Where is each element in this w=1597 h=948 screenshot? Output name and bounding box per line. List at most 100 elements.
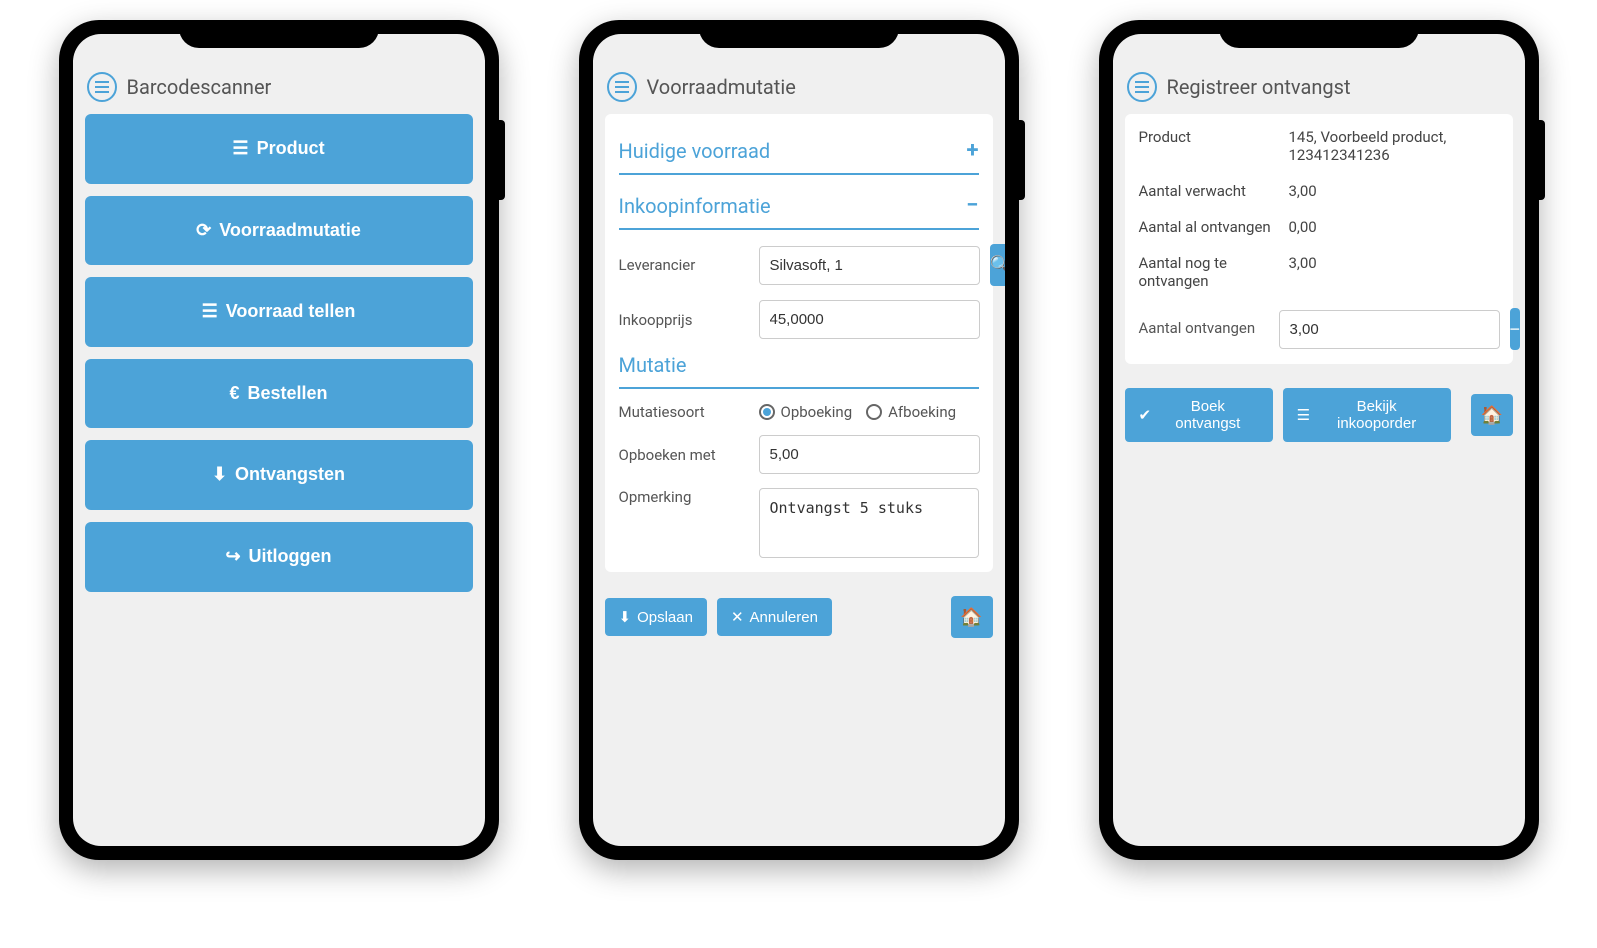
bekijk-inkooporder-button[interactable]: ☰Bekijk inkooporder [1283,388,1452,442]
list-icon: ☰ [1297,406,1310,424]
footer-actions-2: ⬇ Opslaan ✕ Annuleren 🏠 [605,596,993,638]
label-opmerking: Opmerking [619,488,749,506]
radio-afboeking[interactable]: Afboeking [866,403,956,421]
stack-icon: ☰ [202,301,218,323]
boek-ontvangst-button[interactable]: ✔ Boek ontvangst [1125,388,1273,442]
menu-list: ☰ Product ⟳ Voorraadmutatie ☰ Voorraad tell… [73,114,485,846]
btn-label: Opslaan [637,609,693,626]
row-opmerking: Opmerking Ontvangst 5 stuks [619,488,979,558]
phone-frame-3: Registreer ontvangst Product 145, Voorbe… [1099,20,1539,860]
save-icon: ⬇ [619,608,632,626]
close-icon: ✕ [731,608,744,626]
radio-label: Afboeking [888,403,956,421]
minus-icon[interactable]: − [966,193,978,218]
list-icon: ☰ [232,138,248,160]
phone-frame-1: Barcodescanner ☰ Product ⟳ Voorraadmutatie… [59,20,499,860]
value-verwacht: 3,00 [1289,182,1499,200]
phone-frame-2: Voorraadmutatie Huidige voorraad + Inkoo… [579,20,1019,860]
menu-label: Voorraadmutatie [219,220,361,242]
search-icon: 🔍 [990,255,1005,276]
input-leverancier[interactable] [759,246,980,285]
row-product: Product 145, Voorbeeld product, 12341234… [1139,128,1499,164]
menu-bestellen-button[interactable]: € Bestellen [85,359,473,429]
menu-voorraad-tellen-button[interactable]: ☰ Voorraad tellen [85,277,473,347]
label-opboeken: Opboeken met [619,446,749,464]
section-title: Inkoopinformatie [619,194,771,218]
menu-ontvangsten-button[interactable]: ⬇ Ontvangsten [85,440,473,510]
label-verwacht: Aantal verwacht [1139,182,1289,200]
radio-label: Opboeking [781,403,853,421]
row-mutatiesoort: Mutatiesoort Opboeking Afboeking [619,403,979,421]
radio-group-mutatiesoort: Opboeking Afboeking [759,403,957,421]
label-product: Product [1139,128,1289,164]
menu-label: Product [257,138,325,160]
row-inkoopprijs: Inkoopprijs [619,300,979,339]
section-huidige-voorraad[interactable]: Huidige voorraad + [619,128,979,175]
input-ontvangen[interactable] [1279,310,1500,349]
row-ontvangen: Aantal ontvangen − + [1139,308,1499,350]
content-3: Product 145, Voorbeeld product, 12341234… [1113,114,1525,846]
btn-label: Annuleren [750,609,818,626]
section-mutatie: Mutatie [619,339,979,389]
value-al-ontvangen: 0,00 [1289,218,1499,236]
screen-3: Registreer ontvangst Product 145, Voorbe… [1113,34,1525,846]
footer-actions-3: ✔ Boek ontvangst ☰Bekijk inkooporder 🏠 [1125,388,1513,442]
menu-label: Uitloggen [249,546,332,568]
form-card: Huidige voorraad + Inkoopinformatie − Le… [605,114,993,572]
radio-icon [866,404,882,420]
menu-icon[interactable] [1127,72,1157,102]
menu-product-button[interactable]: ☰ Product [85,114,473,184]
menu-label: Bestellen [247,383,327,405]
refresh-icon: ⟳ [196,220,211,242]
row-al-ontvangen: Aantal al ontvangen 0,00 [1139,218,1499,236]
input-opmerking[interactable]: Ontvangst 5 stuks [759,488,979,558]
row-opboeken: Opboeken met [619,435,979,474]
menu-icon[interactable] [607,72,637,102]
input-inkoopprijs[interactable] [759,300,980,339]
menu-voorraadmutatie-button[interactable]: ⟳ Voorraadmutatie [85,196,473,266]
minus-icon: − [1510,319,1521,340]
label-ontvangen: Aantal ontvangen [1139,319,1269,339]
radio-opboeking[interactable]: Opboeking [759,403,853,421]
label-inkoopprijs: Inkoopprijs [619,311,749,329]
content-2: Huidige voorraad + Inkoopinformatie − Le… [593,114,1005,846]
row-leverancier: Leverancier 🔍 [619,244,979,286]
decrement-button[interactable]: − [1510,308,1521,350]
download-icon: ⬇ [212,464,227,486]
page-title: Barcodescanner [127,75,272,99]
page-title: Registreer ontvangst [1167,75,1351,99]
euro-icon: € [229,383,239,405]
value-nog: 3,00 [1289,254,1499,290]
label-nog: Aantal nog te ontvangen [1139,254,1289,290]
row-verwacht: Aantal verwacht 3,00 [1139,182,1499,200]
check-icon: ✔ [1139,406,1152,424]
label-leverancier: Leverancier [619,256,749,274]
menu-label: Voorraad tellen [226,301,356,323]
detail-card: Product 145, Voorbeeld product, 12341234… [1125,114,1513,364]
search-leverancier-button[interactable]: 🔍 [990,244,1005,286]
cancel-button[interactable]: ✕ Annuleren [717,598,832,636]
header-1: Barcodescanner [73,60,485,114]
menu-icon[interactable] [87,72,117,102]
screen-1: Barcodescanner ☰ Product ⟳ Voorraadmutatie… [73,34,485,846]
home-button[interactable]: 🏠 [951,596,993,638]
home-button[interactable]: 🏠 [1471,394,1512,436]
save-button[interactable]: ⬇ Opslaan [605,598,707,636]
label-mutatiesoort: Mutatiesoort [619,403,749,421]
row-nog: Aantal nog te ontvangen 3,00 [1139,254,1499,290]
section-title: Huidige voorraad [619,139,771,163]
input-opboeken[interactable] [759,435,980,474]
header-3: Registreer ontvangst [1113,60,1525,114]
logout-icon: ↪ [225,546,240,568]
section-inkoopinformatie[interactable]: Inkoopinformatie − [619,183,979,230]
btn-label: Boek ontvangst [1157,398,1258,432]
plus-icon[interactable]: + [967,138,979,163]
header-2: Voorraadmutatie [593,60,1005,114]
menu-label: Ontvangsten [235,464,345,486]
radio-icon [759,404,775,420]
label-al-ontvangen: Aantal al ontvangen [1139,218,1289,236]
value-product: 145, Voorbeeld product, 123412341236 [1289,128,1499,164]
home-icon: 🏠 [960,607,982,628]
menu-uitloggen-button[interactable]: ↪ Uitloggen [85,522,473,592]
screen-2: Voorraadmutatie Huidige voorraad + Inkoo… [593,34,1005,846]
